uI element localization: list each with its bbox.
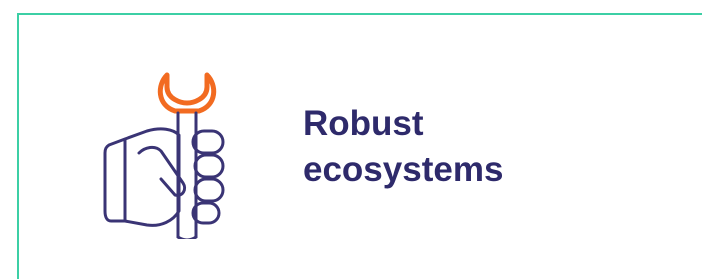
feature-title-line-1: Robust: [303, 104, 424, 143]
feature-title-line-2: ecosystems: [303, 150, 504, 189]
feature-card: Robust ecosystems: [17, 13, 702, 279]
feature-title: Robust ecosystems: [303, 101, 683, 193]
hand-holding-wrench-icon: [103, 72, 225, 239]
